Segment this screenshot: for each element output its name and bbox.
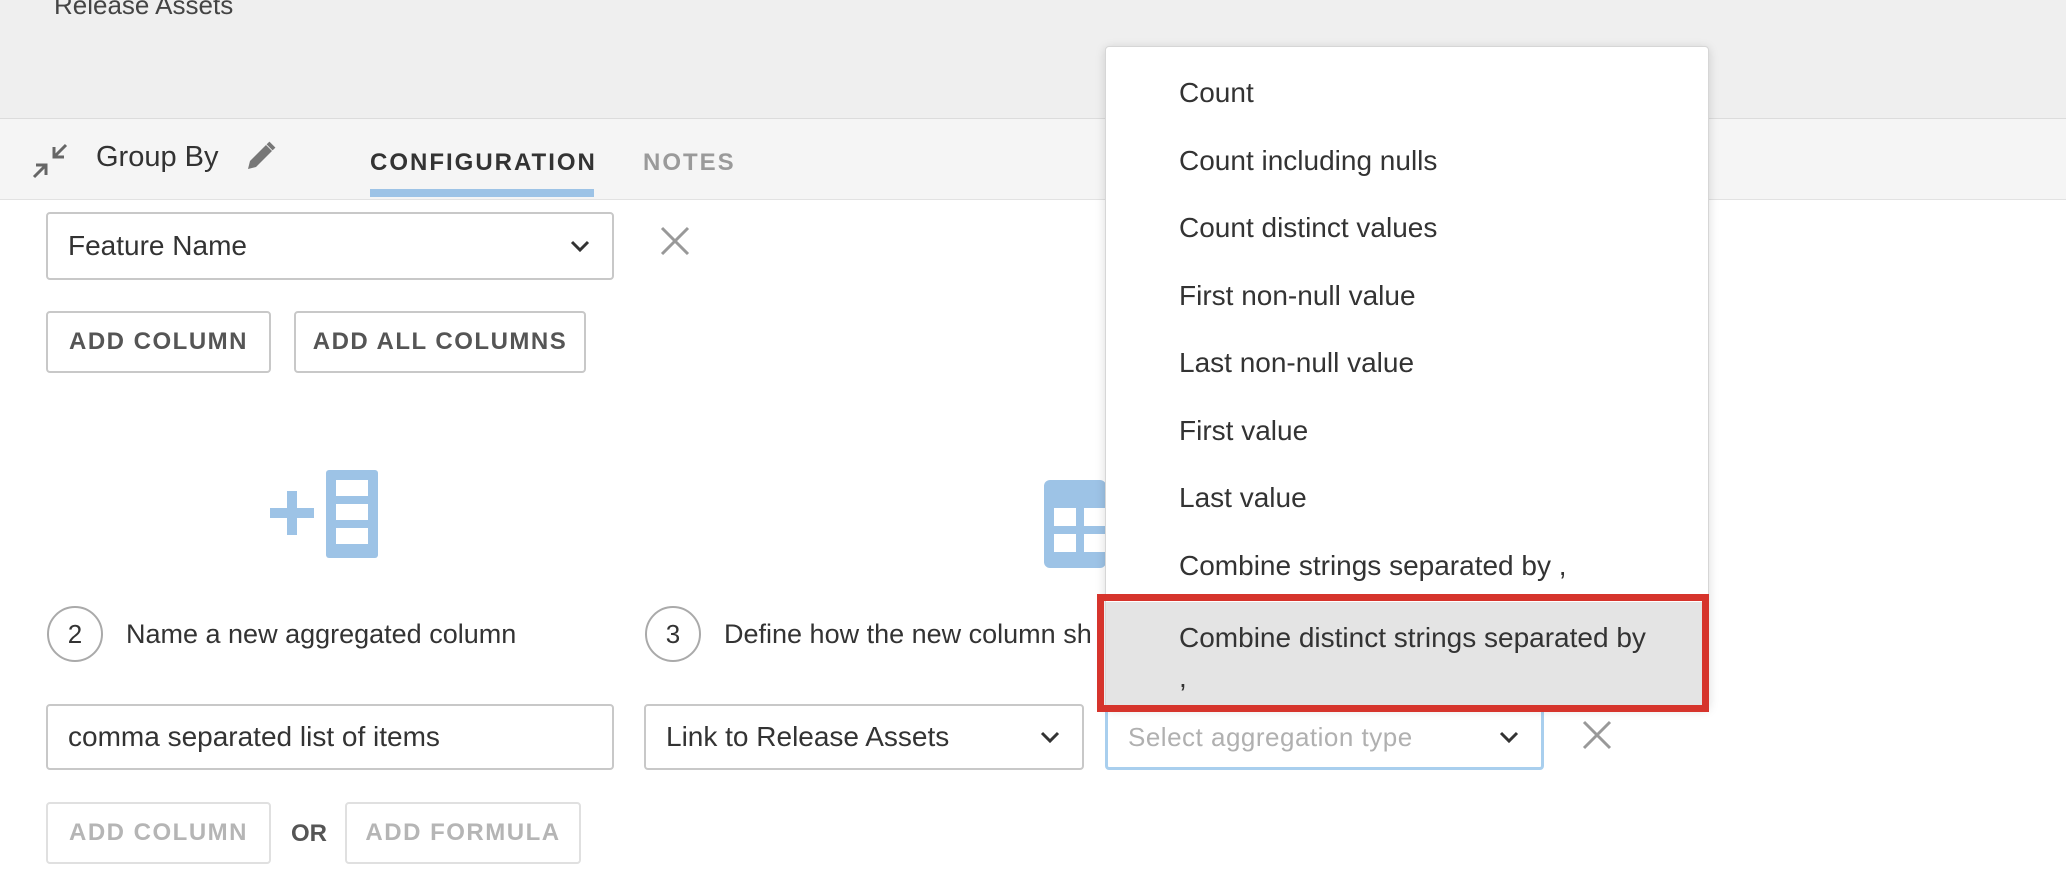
aggregation-type-select[interactable]: Select aggregation type (1105, 704, 1544, 770)
dropdown-option-last-value[interactable]: Last value (1106, 482, 1708, 514)
source-column-select[interactable]: Link to Release Assets (644, 704, 1084, 770)
add-column-illustration-icon (270, 468, 380, 565)
chevron-down-icon (1499, 731, 1519, 744)
add-all-columns-button[interactable]: ADD ALL COLUMNS (294, 311, 586, 373)
add-formula-button[interactable]: ADD FORMULA (345, 802, 581, 864)
collapse-icon[interactable] (30, 141, 70, 181)
dropdown-option-first-non-null[interactable]: First non-null value (1106, 280, 1708, 312)
add-aggregate-column-button[interactable]: ADD COLUMN (46, 802, 271, 864)
highlight-annotation-box (1097, 594, 1709, 712)
step-3-number: 3 (645, 606, 701, 662)
add-column-button[interactable]: ADD COLUMN (46, 311, 271, 373)
dropdown-option-count-distinct[interactable]: Count distinct values (1106, 212, 1708, 244)
breadcrumb: Release Assets (54, 0, 234, 20)
dropdown-option-combine-strings[interactable]: Combine strings separated by , (1106, 550, 1708, 582)
active-tab-indicator (370, 189, 594, 197)
tab-configuration[interactable]: CONFIGURATION (370, 149, 597, 177)
aggregated-column-name-value: comma separated list of items (68, 721, 440, 752)
chevron-down-icon (1040, 731, 1060, 744)
chevron-down-icon (570, 240, 590, 253)
tab-notes[interactable]: NOTES (643, 149, 736, 177)
remove-group-column-icon[interactable] (658, 224, 692, 258)
step-toolbar: Group By CONFIGURATION NOTES (0, 119, 2066, 200)
aggregated-column-name-input[interactable]: comma separated list of items (46, 704, 614, 770)
step-2-label: Name a new aggregated column (126, 619, 517, 649)
step-title: Group By (96, 141, 219, 173)
dropdown-option-first-value[interactable]: First value (1106, 415, 1708, 447)
or-label: OR (291, 820, 327, 847)
group-column-select[interactable]: Feature Name (46, 212, 614, 280)
dropdown-option-last-non-null[interactable]: Last non-null value (1106, 347, 1708, 379)
step-2-number: 2 (47, 606, 103, 662)
pencil-icon[interactable] (244, 139, 278, 173)
page-header: Release Assets (0, 0, 2066, 119)
dropdown-option-count[interactable]: Count (1106, 77, 1708, 109)
table-illustration-icon (1042, 478, 1106, 575)
step-3-label: Define how the new column sh (724, 619, 1092, 649)
aggregation-type-placeholder: Select aggregation type (1128, 721, 1413, 752)
remove-aggregation-icon[interactable] (1580, 718, 1614, 752)
dropdown-option-count-including-nulls[interactable]: Count including nulls (1106, 145, 1708, 177)
source-column-value: Link to Release Assets (666, 721, 950, 752)
group-column-value: Feature Name (68, 230, 247, 261)
